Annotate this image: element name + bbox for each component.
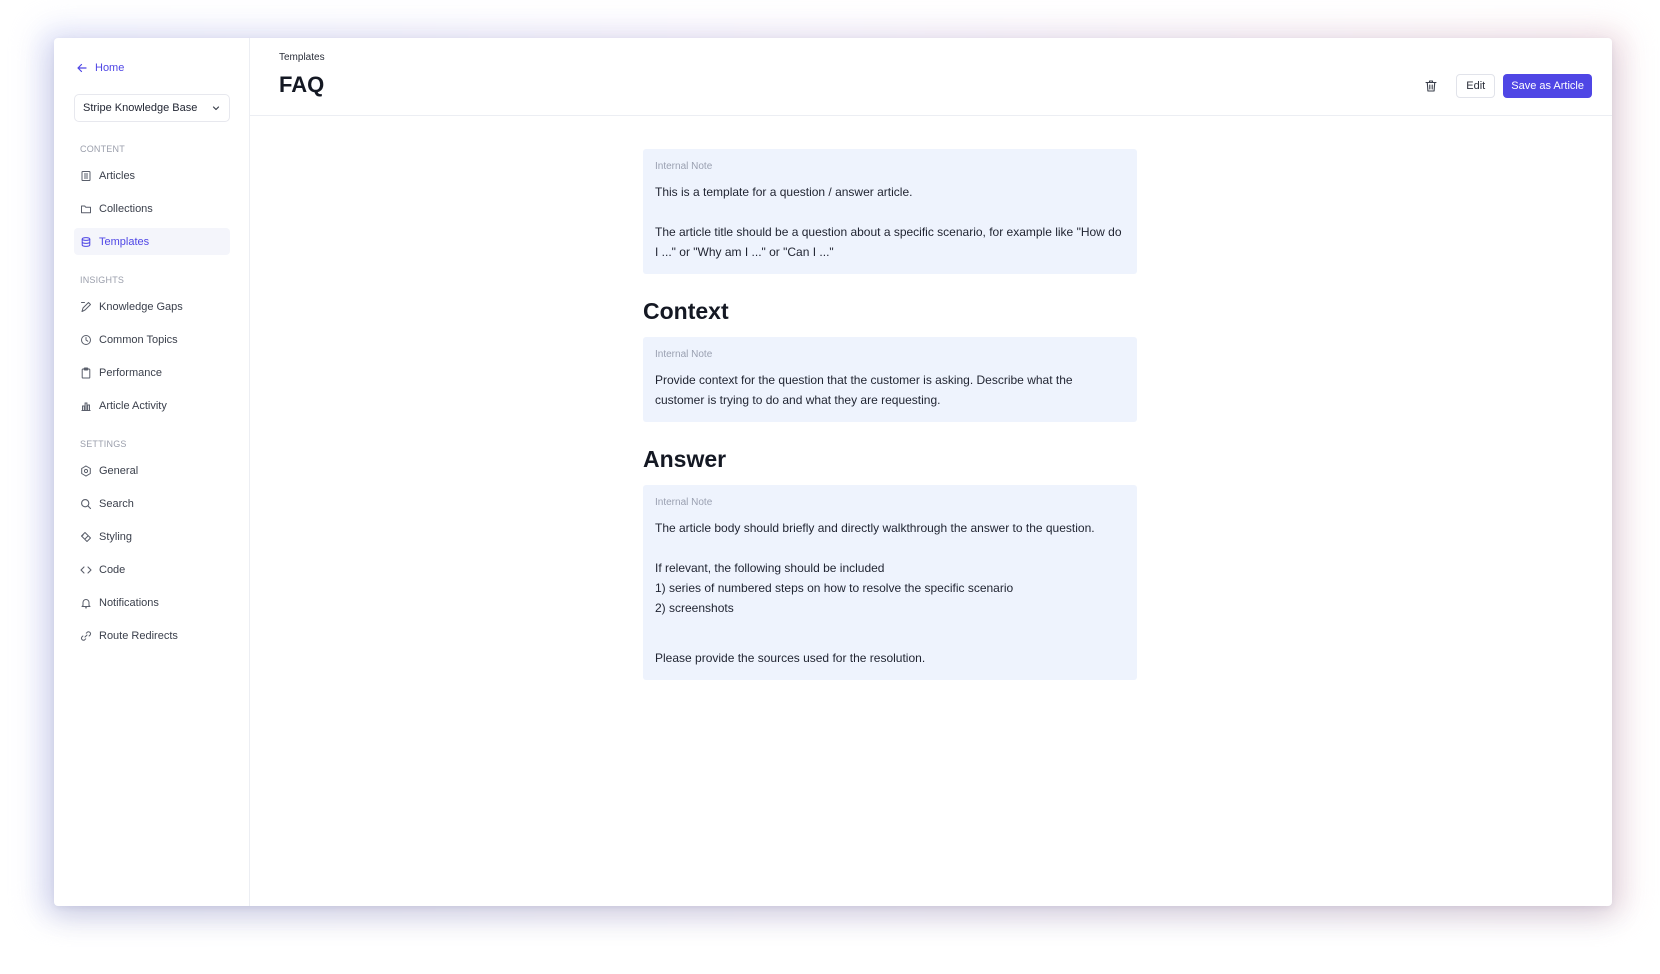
sidebar-item-label: Performance [99,366,162,379]
sidebar-item-route-redirects[interactable]: Route Redirects [74,622,230,649]
page-header: Templates FAQ Edit Save as Article [250,38,1612,116]
internal-note-label: Internal Note [655,497,713,508]
sidebar-item-templates[interactable]: Templates [74,228,230,255]
bar-chart-icon [80,400,92,412]
note-paragraph: Provide context for the question that th… [655,373,1073,407]
sidebar-item-common-topics[interactable]: Common Topics [74,326,230,353]
app-window: Home Stripe Knowledge Base CONTENT Artic… [54,38,1612,906]
sidebar-item-label: General [99,464,139,477]
section-title-settings: SETTINGS [80,439,127,449]
code-icon [80,564,92,576]
note-paragraph: The article body should briefly and dire… [655,521,1095,535]
internal-note[interactable]: Internal Note This is a template for a q… [643,149,1137,274]
gear-icon [80,464,92,477]
note-paragraph: 2) screenshots [655,601,734,615]
knowledge-base-select-value: Stripe Knowledge Base [83,102,198,114]
sidebar-item-label: Route Redirects [99,629,178,642]
clipboard-icon [80,367,92,379]
note-paragraph: This is a template for a question / answ… [655,185,913,199]
section-title-insights: INSIGHTS [80,275,125,285]
internal-note[interactable]: Internal Note The article body should br… [643,485,1137,680]
sidebar-item-styling[interactable]: Styling [74,523,230,550]
sidebar-item-article-activity[interactable]: Article Activity [74,392,230,419]
search-icon [80,498,92,510]
sidebar-item-search[interactable]: Search [74,490,230,517]
header-actions: Edit Save as Article [1424,74,1592,98]
pen-icon [80,301,92,313]
sidebar-item-label: Knowledge Gaps [99,300,183,313]
clock-icon [80,334,92,346]
home-link[interactable]: Home [76,60,229,76]
internal-note-label: Internal Note [655,349,713,360]
sidebar-item-label: Collections [99,202,153,215]
template-content: Internal Note This is a template for a q… [643,149,1137,680]
knowledge-base-select[interactable]: Stripe Knowledge Base [74,94,230,122]
note-paragraph: Please provide the sources used for the … [655,651,926,665]
main-panel: Templates FAQ Edit Save as Article Inter… [250,38,1612,906]
heading-context: Context [643,298,729,324]
note-paragraph: If relevant, the following should be inc… [655,561,885,575]
sidebar-item-label: Code [99,563,126,576]
nav-settings: General Search Styling Code Notification… [74,457,229,649]
sidebar-item-general[interactable]: General [74,457,230,484]
home-label: Home [95,62,125,74]
arrow-left-icon [77,63,87,73]
folder-icon [80,203,92,215]
sidebar-item-label: Search [99,497,134,510]
sidebar-item-label: Common Topics [99,333,178,346]
sidebar-item-label: Notifications [99,596,159,609]
section-title-content: CONTENT [80,144,125,154]
trash-icon[interactable] [1424,79,1438,93]
bell-icon [80,597,92,609]
nav-insights: Knowledge Gaps Common Topics Performance… [74,293,229,419]
save-as-article-button[interactable]: Save as Article [1503,74,1592,98]
internal-note[interactable]: Internal Note Provide context for the qu… [643,337,1137,422]
sidebar-item-label: Templates [99,235,150,248]
sidebar: Home Stripe Knowledge Base CONTENT Artic… [54,38,250,906]
sidebar-item-label: Articles [99,169,136,182]
breadcrumb[interactable]: Templates [279,52,325,63]
note-paragraph: The article title should be a question a… [655,225,1122,259]
nav-content: Articles Collections Templates [74,162,230,255]
note-paragraph: 1) series of numbered steps on how to re… [655,581,1014,595]
sidebar-item-notifications[interactable]: Notifications [74,589,230,616]
internal-note-label: Internal Note [655,161,713,172]
sidebar-item-code[interactable]: Code [74,556,230,583]
sidebar-item-label: Article Activity [99,399,167,412]
sidebar-item-performance[interactable]: Performance [74,359,230,386]
sidebar-item-label: Styling [99,530,133,543]
paint-icon [80,531,92,543]
heading-answer: Answer [643,446,727,472]
link-icon [80,630,92,642]
articles-icon [80,170,92,182]
stage: Home Stripe Knowledge Base CONTENT Artic… [0,0,1660,974]
sidebar-item-articles[interactable]: Articles [74,162,230,189]
sidebar-item-collections[interactable]: Collections [74,195,230,222]
edit-button[interactable]: Edit [1456,74,1496,98]
database-icon [80,236,92,248]
sidebar-item-knowledge-gaps[interactable]: Knowledge Gaps [74,293,230,320]
page-title: FAQ [279,72,325,97]
chevron-down-icon [212,106,220,111]
